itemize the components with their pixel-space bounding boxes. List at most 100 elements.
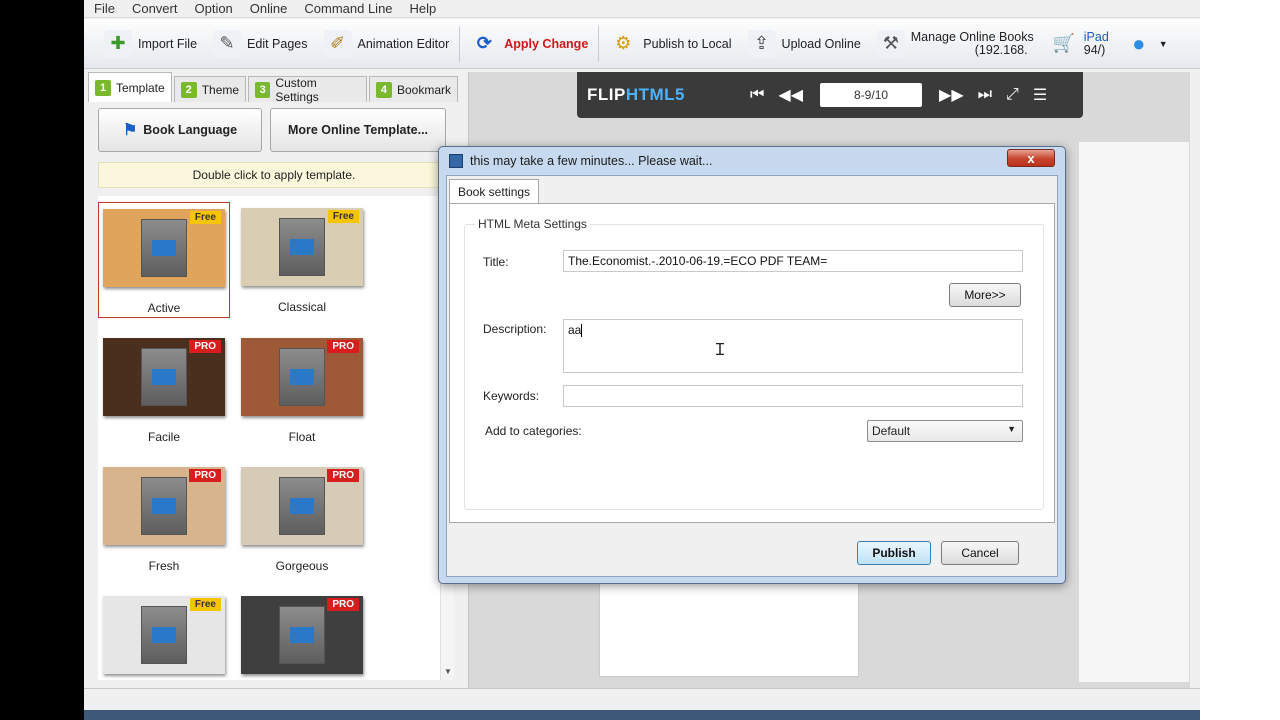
book-language-button[interactable]: ⚑ Book Language (98, 108, 262, 152)
edit-pages-label: Edit Pages (247, 36, 308, 51)
book-preview-icon (141, 219, 187, 277)
menu-convert[interactable]: Convert (132, 1, 178, 16)
logo-part-b: HTML5 (625, 85, 686, 104)
close-icon: x (1027, 150, 1035, 166)
text-cursor-icon: Ｉ (712, 340, 729, 359)
close-button[interactable]: x (1007, 149, 1055, 167)
template-card-classical[interactable]: Free Classical (236, 202, 368, 314)
menu-bar: File Convert Option Online Command Line … (84, 0, 1200, 18)
template-hint: Double click to apply template. (98, 162, 450, 188)
menu-command-line[interactable]: Command Line (304, 1, 392, 16)
keywords-field[interactable] (563, 385, 1023, 407)
menu-option[interactable]: Option (194, 1, 232, 16)
ipad-label: iPad (1083, 29, 1109, 44)
import-file-icon: ✚ (104, 29, 132, 58)
tab-template[interactable]: 1 Template (88, 72, 172, 102)
template-card-facile[interactable]: PRO Facile (98, 332, 230, 444)
fullscreen-icon[interactable]: ⤢ (1006, 86, 1019, 104)
categories-label: Add to categories: (485, 424, 582, 438)
template-thumbnail: Free (241, 208, 363, 286)
menu-online[interactable]: Online (250, 1, 288, 16)
ipad-sub: 94/) (1083, 42, 1106, 57)
ipad-text: iPad 94/) (1083, 29, 1109, 57)
import-file-button[interactable]: ✚ Import File (96, 24, 205, 64)
first-page-icon[interactable]: ⏮ (750, 86, 764, 104)
template-card[interactable]: Free (98, 590, 230, 674)
template-card[interactable]: PRO (236, 590, 368, 674)
left-screen-border (0, 0, 84, 720)
template-panel: 1 Template 2 Theme 3 Custom Settings 4 B… (88, 72, 460, 684)
dialog-body: Book settings HTML Meta Settings Title: … (446, 175, 1058, 577)
ipad-button[interactable]: 🛒 iPad 94/) (1042, 24, 1117, 64)
tab-custom-settings[interactable]: 3 Custom Settings (248, 76, 367, 104)
book-preview-icon (141, 348, 187, 406)
template-card-fresh[interactable]: PRO Fresh (98, 461, 230, 573)
user-menu-button[interactable]: ● ▼ (1117, 24, 1176, 64)
publish-local-button[interactable]: ⚙ Publish to Local (601, 24, 739, 64)
cancel-button[interactable]: Cancel (941, 541, 1019, 565)
template-name: Gorgeous (275, 559, 329, 573)
template-thumbnail: Free (103, 596, 225, 674)
template-card-gorgeous[interactable]: PRO Gorgeous (236, 461, 368, 573)
scroll-down-icon[interactable]: ▼ (444, 667, 452, 676)
edit-pages-icon: ✎ (213, 29, 242, 58)
title-field[interactable]: The.Economist.-.2010-06-19.=ECO PDF TEAM… (563, 250, 1023, 272)
categories-value: Default (872, 424, 911, 438)
cart-icon: 🛒 (1052, 33, 1075, 53)
book-preview-icon (279, 477, 325, 535)
taskbar (84, 710, 1200, 720)
template-card-float[interactable]: PRO Float (236, 332, 368, 444)
status-bar (84, 688, 1200, 710)
book-language-label: Book Language (143, 123, 238, 137)
tab-theme[interactable]: 2 Theme (173, 76, 247, 102)
template-name: Active (147, 301, 181, 315)
tab-label: Bookmark (396, 82, 451, 97)
tab-label: Theme (201, 82, 240, 97)
wrench-icon: ⚒ (876, 29, 905, 58)
menu-help[interactable]: Help (410, 1, 437, 16)
toolbar: ✚ Import File ✎ Edit Pages ✐ Animation E… (84, 19, 1200, 69)
animation-editor-button[interactable]: ✐ Animation Editor (316, 24, 458, 64)
flip-logo: FLIPHTML5 (587, 85, 685, 105)
edit-pages-button[interactable]: ✎ Edit Pages (205, 24, 315, 64)
more-templates-button[interactable]: More Online Template... (270, 108, 446, 152)
more-button[interactable]: More>> (949, 283, 1021, 307)
panel-tabs: 1 Template 2 Theme 3 Custom Settings 4 B… (88, 72, 460, 104)
animation-editor-icon: ✐ (323, 29, 352, 58)
template-card-active[interactable]: Free Active (98, 202, 230, 318)
free-badge: Free (189, 598, 221, 611)
pro-badge: PRO (189, 469, 221, 482)
pro-badge: PRO (327, 340, 359, 353)
book-preview-icon (141, 606, 187, 664)
description-field[interactable]: aa (563, 319, 1023, 373)
tab-bookmark[interactable]: 4 Bookmark (368, 76, 458, 102)
pro-badge: PRO (189, 340, 221, 353)
apply-change-label: Apply Change (504, 36, 589, 51)
template-thumbnail: PRO (241, 338, 363, 416)
last-page-icon[interactable]: ⏭ (978, 86, 992, 104)
template-button-row: ⚑ Book Language More Online Template... (88, 102, 460, 158)
upload-icon: ⇪ (747, 29, 776, 58)
manage-online-sub: (192.168. (974, 42, 1028, 57)
publish-button[interactable]: Publish (857, 541, 931, 565)
template-thumbnail: PRO (241, 467, 363, 545)
previous-page-icon[interactable]: ◀◀ (778, 85, 803, 105)
template-thumbnail: PRO (103, 338, 225, 416)
tab-book-settings[interactable]: Book settings (449, 179, 540, 203)
book-settings-dialog: this may take a few minutes... Please wa… (438, 146, 1066, 584)
text-caret (581, 324, 583, 338)
categories-select[interactable]: Default ▼ (867, 420, 1023, 442)
upload-online-button[interactable]: ⇪ Upload Online (740, 24, 869, 64)
manage-online-button[interactable]: ⚒ Manage Online Books (192.168. (869, 24, 1042, 64)
next-page-icon[interactable]: ▶▶ (939, 85, 964, 105)
menu-file[interactable]: File (94, 1, 115, 16)
apply-change-button[interactable]: ⟳ Apply Change (462, 24, 596, 64)
dialog-title: this may take a few minutes... Please wa… (470, 154, 713, 168)
free-badge: Free (189, 211, 221, 224)
free-badge: Free (327, 210, 359, 223)
book-preview-icon (279, 348, 325, 406)
menu-list-icon[interactable]: ☰ (1033, 85, 1047, 105)
template-name: Float (288, 430, 316, 444)
book-preview-icon (279, 606, 325, 664)
page-indicator[interactable]: 8-9/10 (820, 83, 923, 107)
